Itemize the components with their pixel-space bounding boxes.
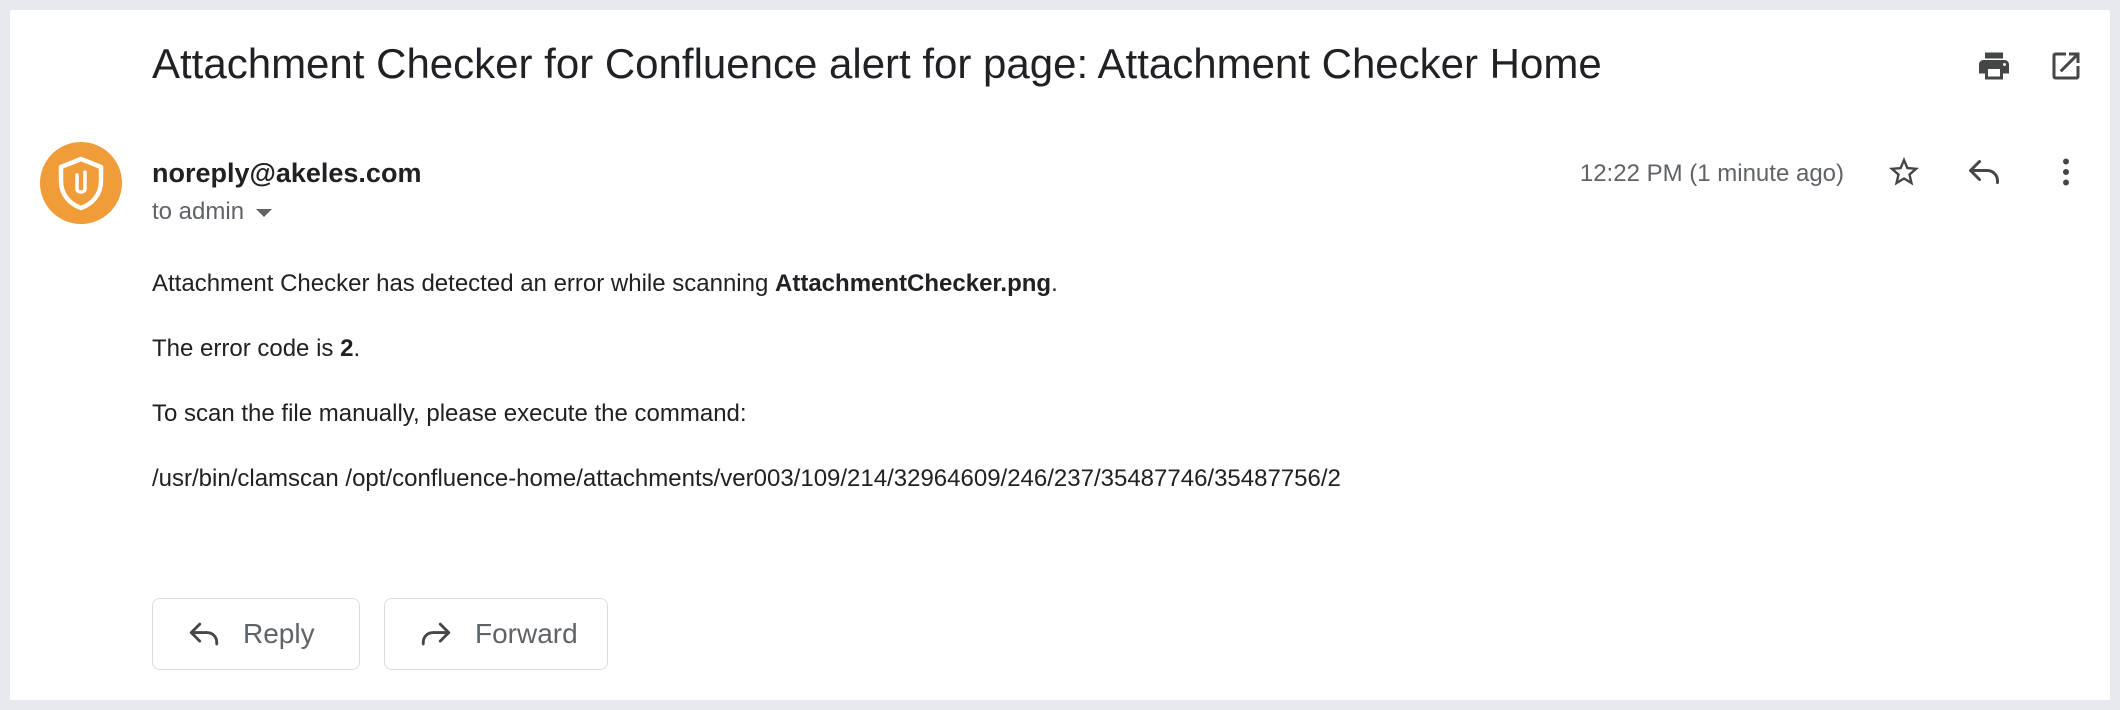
recipient-details-toggle[interactable]: to admin xyxy=(152,198,273,226)
forward-button[interactable]: Forward xyxy=(384,598,608,670)
reply-icon xyxy=(187,617,221,651)
body-text-suffix: . xyxy=(1051,270,1058,297)
sender-address: noreply@akeles.com xyxy=(152,158,422,188)
forward-button-label: Forward xyxy=(475,618,578,649)
recipient-label: to admin xyxy=(152,198,245,225)
body-text-suffix: . xyxy=(353,335,361,362)
email-timestamp: 12:22 PM (1 minute ago) xyxy=(1579,160,1844,187)
print-icon[interactable] xyxy=(1972,44,2016,88)
body-text-prefix: Attachment Checker has detected an error… xyxy=(152,270,776,297)
body-line-instructions: To scan the file manually, please execut… xyxy=(152,400,747,427)
attachment-filename: AttachmentChecker.png xyxy=(775,270,1052,297)
reply-button[interactable]: Reply xyxy=(152,598,360,670)
sender-avatar xyxy=(40,142,122,224)
forward-icon xyxy=(419,617,453,651)
chevron-down-icon xyxy=(256,209,273,217)
body-line-error-code: The error code is 2. xyxy=(152,335,360,363)
error-code: 2 xyxy=(340,335,354,362)
email-view: Attachment Checker for Confluence alert … xyxy=(10,10,2110,700)
reply-icon[interactable] xyxy=(1962,150,2006,194)
reply-button-label: Reply xyxy=(243,618,315,649)
more-vert-icon[interactable] xyxy=(2044,150,2088,194)
body-line-command: /usr/bin/clamscan /opt/confluence-home/a… xyxy=(152,465,1341,492)
email-subject: Attachment Checker for Confluence alert … xyxy=(152,40,1602,87)
star-icon[interactable] xyxy=(1882,150,1926,194)
open-in-new-icon[interactable] xyxy=(2044,44,2088,88)
body-line-detected: Attachment Checker has detected an error… xyxy=(152,270,1058,298)
body-text-prefix: The error code is xyxy=(152,335,341,362)
shield-paperclip-icon xyxy=(58,156,104,211)
